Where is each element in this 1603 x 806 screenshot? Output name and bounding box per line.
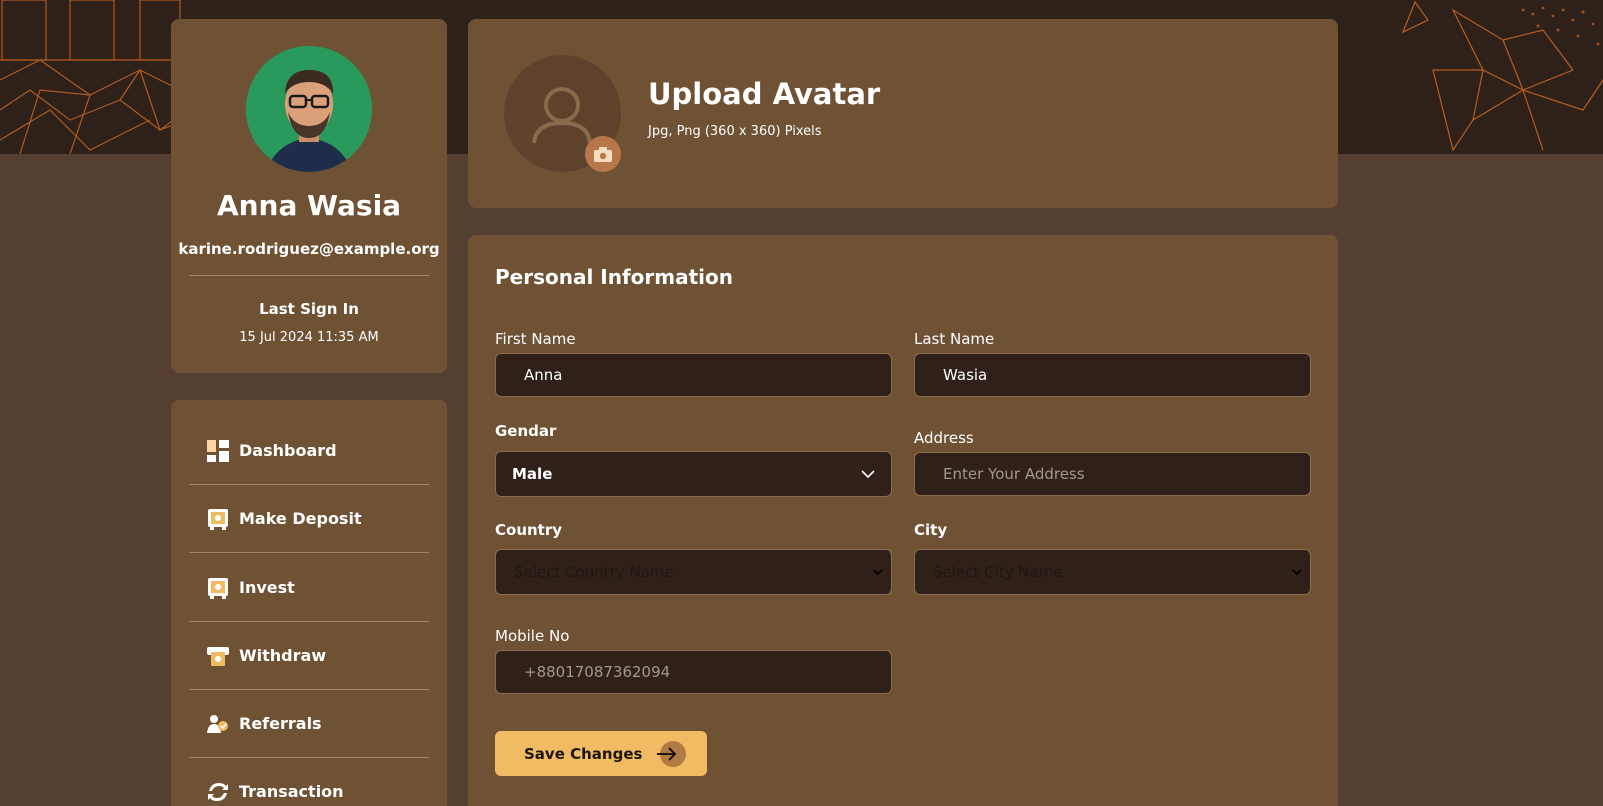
city-placeholder: Select City Name <box>933 563 1063 581</box>
sidebar-item-label: Invest <box>239 578 295 597</box>
profile-card: Anna Wasia karine.rodriguez@example.org … <box>171 19 447 373</box>
sidebar-item-label: Dashboard <box>239 441 337 460</box>
address-label: Address <box>914 429 974 447</box>
sidebar-item-invest[interactable]: Invest <box>189 554 429 622</box>
last-name-value: Wasia <box>943 366 988 384</box>
upload-avatar-card: Upload Avatar Jpg, Png (360 x 360) Pixel… <box>468 19 1338 208</box>
invest-icon <box>207 577 229 599</box>
arrow-right-icon <box>652 739 687 769</box>
sidebar-item-withdraw[interactable]: Withdraw <box>189 622 429 690</box>
referrals-icon <box>207 713 229 735</box>
profile-name: Anna Wasia <box>216 189 402 222</box>
mobile-label: Mobile No <box>495 627 570 645</box>
upload-photo-button[interactable] <box>585 136 621 172</box>
gender-label: Gendar <box>495 422 557 440</box>
sidebar-item-label: Make Deposit <box>239 509 362 528</box>
sidebar-item-label: Referrals <box>239 714 322 733</box>
mobile-placeholder: +88017087362094 <box>524 663 671 681</box>
address-placeholder: Enter Your Address <box>943 465 1085 483</box>
gender-value: Male <box>512 465 553 483</box>
save-changes-button[interactable]: Save Changes <box>495 731 707 776</box>
deposit-icon <box>207 508 229 530</box>
sidebar-item-dashboard[interactable]: Dashboard <box>189 417 429 485</box>
address-field[interactable]: Enter Your Address <box>914 452 1311 496</box>
upload-title: Upload Avatar <box>648 77 881 111</box>
form-title: Personal Information <box>495 265 733 289</box>
last-name-field[interactable]: Wasia <box>914 353 1311 397</box>
sidebar-nav: Dashboard Make Deposit Invest Withdraw R… <box>171 400 447 806</box>
banner-right-art <box>1401 0 1603 152</box>
last-signin-label: Last Sign In <box>259 300 359 318</box>
sidebar-item-transaction[interactable]: Transaction <box>189 758 429 806</box>
last-name-label: Last Name <box>914 330 995 348</box>
country-label: Country <box>495 521 563 539</box>
upload-hint: Jpg, Png (360 x 360) Pixels <box>648 124 822 139</box>
sidebar-item-make-deposit[interactable]: Make Deposit <box>189 485 429 553</box>
dashboard-icon <box>207 439 229 462</box>
city-label: City <box>914 521 948 539</box>
sidebar-item-referrals[interactable]: Referrals <box>189 690 429 758</box>
profile-email: karine.rodriguez@example.org <box>178 240 440 258</box>
first-name-label: First Name <box>495 330 576 348</box>
chevron-down-icon <box>861 470 875 478</box>
personal-info-form: Personal Information First Name Anna Las… <box>468 235 1338 806</box>
mobile-field[interactable]: +88017087362094 <box>495 650 892 694</box>
last-signin-value: 15 Jul 2024 11:35 AM <box>239 330 379 345</box>
transaction-icon <box>207 781 229 803</box>
camera-icon <box>594 146 612 162</box>
avatar-photo <box>246 46 372 172</box>
country-select[interactable]: Select Country Name <box>495 549 892 595</box>
country-placeholder: Select Country Name <box>514 563 674 581</box>
sidebar-item-label: Withdraw <box>239 646 327 665</box>
sidebar-item-label: Transaction <box>239 782 344 801</box>
profile-divider <box>189 275 429 276</box>
first-name-value: Anna <box>524 366 563 384</box>
first-name-field[interactable]: Anna <box>495 353 892 397</box>
avatar[interactable] <box>246 46 372 172</box>
chevron-down-icon <box>1292 568 1302 575</box>
withdraw-icon <box>207 645 229 667</box>
gender-select[interactable]: Male <box>495 451 892 497</box>
save-changes-label: Save Changes <box>524 744 643 763</box>
chevron-down-icon <box>873 568 883 575</box>
city-select[interactable]: Select City Name <box>914 549 1311 595</box>
